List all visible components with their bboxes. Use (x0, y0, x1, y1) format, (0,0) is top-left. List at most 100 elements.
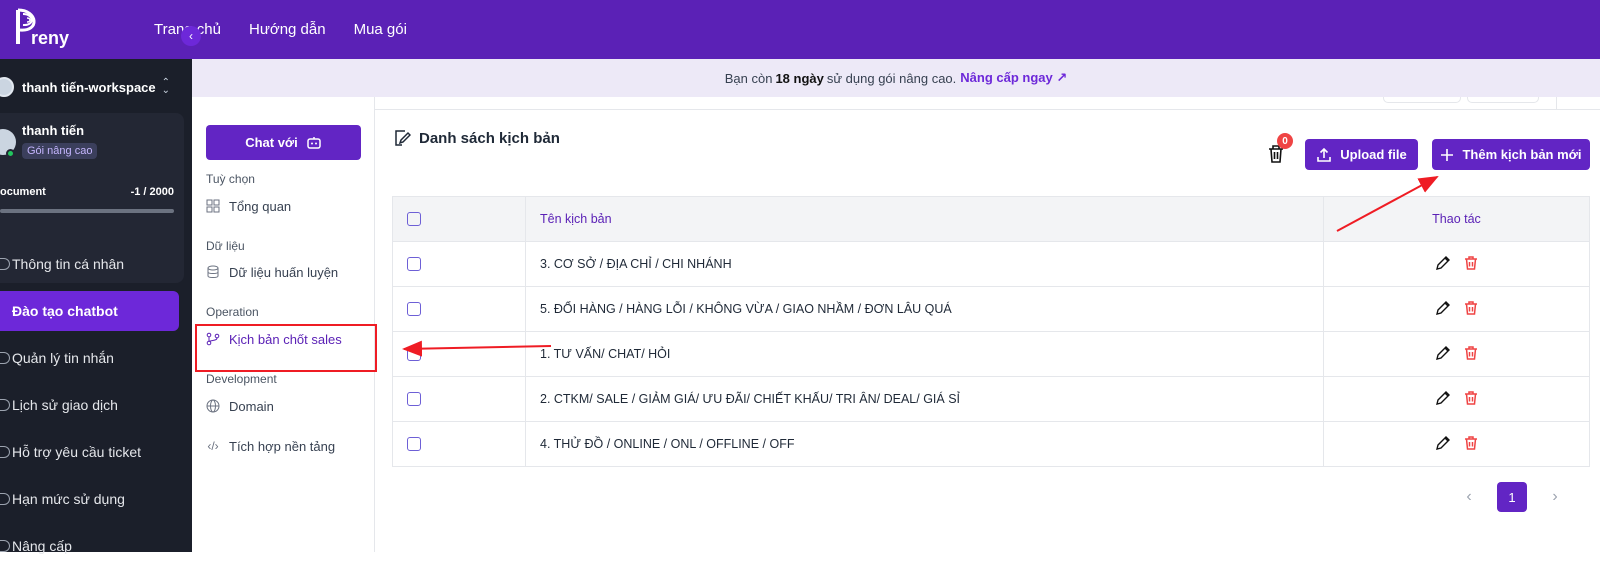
row-checkbox-cell (392, 286, 526, 332)
section-title-operation: Operation (206, 305, 259, 319)
grid-icon (206, 199, 220, 213)
ticket-icon (0, 446, 10, 458)
banner-days: 18 ngày (775, 70, 824, 86)
row-checkbox-cell (392, 376, 526, 422)
upload-file-button[interactable]: Upload file (1305, 139, 1418, 170)
subnav-item-integration[interactable]: ‹/› Tích hợp nền tảng (206, 434, 371, 458)
table-header-row: Tên kịch bản Thao tác (392, 196, 1590, 242)
edit-icon[interactable] (1435, 345, 1451, 361)
row-actions (1323, 286, 1590, 332)
delete-icon[interactable] (1463, 300, 1479, 316)
history-icon (0, 399, 10, 411)
sidebar-item-chatbot-training[interactable]: Đào tạo chatbot (0, 291, 179, 331)
script-name[interactable]: 4. THỬ ĐỒ / ONLINE / ONL / OFFLINE / OFF (525, 421, 1324, 467)
row-checkbox[interactable] (407, 437, 421, 452)
chevron-up-down-icon: ⌃ ⌄ (161, 77, 170, 96)
database-icon (206, 265, 220, 279)
sidebar-item-label: Quản lý tin nhắn (12, 350, 114, 366)
sidebar-item-transactions[interactable]: Lịch sử giao dịch (0, 385, 192, 425)
edit-icon[interactable] (1435, 300, 1451, 316)
delete-icon[interactable] (1463, 255, 1479, 271)
collapse-sidebar-button[interactable]: ‹ (181, 26, 201, 46)
row-checkbox-cell (392, 331, 526, 377)
row-checkbox[interactable] (407, 347, 421, 362)
subnav-item-training-data[interactable]: Dữ liệu huấn luyện (206, 260, 371, 284)
section-title-options: Tuỳ chọn (206, 172, 255, 186)
row-checkbox[interactable] (407, 392, 421, 407)
user-icon (0, 258, 10, 270)
upgrade-icon (0, 540, 10, 552)
add-button-label: Thêm kịch bản mới (1462, 147, 1582, 162)
subnav-item-label: Dữ liệu huấn luyện (229, 264, 339, 280)
script-name[interactable]: 3. CƠ SỞ / ĐỊA CHỈ / CHI NHÁNH (525, 241, 1324, 287)
document-usage-label: ocument (0, 186, 46, 198)
banner-prefix: Bạn còn (724, 70, 773, 86)
delete-icon[interactable] (1463, 345, 1479, 361)
sidebar-item-upgrade[interactable]: Nâng cấp (0, 526, 192, 566)
script-name[interactable]: 5. ĐỔI HÀNG / HÀNG LỖI / KHÔNG VỪA / GIA… (525, 286, 1324, 332)
pagination: ‹ 1 › (1461, 482, 1563, 512)
row-checkbox[interactable] (407, 302, 421, 317)
logo-text: reny (31, 28, 69, 48)
select-all-checkbox[interactable] (407, 212, 421, 227)
top-navbar: reny Trang chủ Hướng dẫn Mua gói (0, 0, 1600, 59)
chevron-left-icon: ‹ (189, 29, 193, 43)
online-status-dot (6, 149, 15, 158)
subnav-item-domain[interactable]: Domain (206, 394, 371, 418)
row-actions (1323, 421, 1590, 467)
table-row: 3. CƠ SỞ / ĐỊA CHỈ / CHI NHÁNH (392, 241, 1590, 287)
code-icon: ‹/› (207, 439, 219, 453)
sidebar-item-label: Thông tin cá nhân (12, 256, 125, 272)
plan-badge: Gói nâng cao (22, 143, 98, 159)
page-header: Danh sách kịch bản (393, 129, 560, 147)
page-title: Danh sách kịch bản (419, 129, 560, 147)
sidebar-item-support[interactable]: Hỗ trợ yêu cầu ticket (0, 432, 192, 472)
preny-logo[interactable]: reny (14, 6, 76, 50)
annotation-highlight-box (195, 324, 377, 372)
script-name[interactable]: 2. CTKM/ SALE / GIẢM GIÁ/ ƯU ĐÃI/ CHIẾT … (525, 376, 1324, 422)
script-name[interactable]: 1. TƯ VẤN/ CHAT/ HỎI (525, 331, 1324, 377)
edit-icon[interactable] (1435, 435, 1451, 451)
page-button-current[interactable]: 1 (1497, 482, 1527, 512)
workspace-switcher[interactable]: thanh tiến-workspace ⌃ ⌄ (0, 73, 184, 101)
workspace-name: thanh tiến-workspace (22, 79, 156, 95)
document-usage-bar (0, 209, 174, 213)
subnav-item-overview[interactable]: Tổng quan (206, 194, 371, 218)
chevron-right-icon[interactable]: › (1547, 488, 1563, 506)
plus-icon (1441, 148, 1454, 161)
user-name: thanh tiến (22, 123, 85, 138)
gauge-icon (0, 493, 10, 505)
bot-icon (307, 136, 321, 149)
sidebar-item-label: Lịch sử giao dịch (12, 397, 118, 413)
row-actions (1323, 376, 1590, 422)
edit-icon[interactable] (1435, 390, 1451, 406)
message-icon (0, 352, 10, 364)
chevron-left-icon[interactable]: ‹ (1461, 488, 1477, 506)
subnav-item-label: Tích hợp nền tảng (229, 438, 336, 454)
edit-icon[interactable] (1435, 255, 1451, 271)
delete-icon[interactable] (1463, 435, 1479, 451)
row-actions (1323, 331, 1590, 377)
upload-button-label: Upload file (1340, 147, 1407, 162)
sidebar-item-messages[interactable]: Quản lý tin nhắn (0, 338, 192, 378)
chat-with-bot-button[interactable]: Chat với (206, 125, 361, 160)
sidebar-item-usage-limit[interactable]: Hạn mức sử dụng (0, 479, 192, 519)
table-row: 5. ĐỔI HÀNG / HÀNG LỖI / KHÔNG VỪA / GIA… (392, 286, 1590, 332)
subnav-item-label: Domain (229, 398, 274, 414)
header-name: Tên kịch bản (525, 196, 1324, 242)
row-checkbox-cell (392, 421, 526, 467)
section-title-data: Dữ liệu (206, 239, 245, 253)
toolbar-stub (1467, 97, 1539, 103)
chat-button-label: Chat với (245, 135, 298, 150)
trash-count-badge: 0 (1277, 133, 1293, 149)
upload-icon (1317, 147, 1332, 162)
nav-guide[interactable]: Hướng dẫn (249, 21, 326, 38)
sidebar-item-profile[interactable]: Thông tin cá nhân (0, 244, 192, 284)
divider (375, 109, 1600, 110)
row-checkbox[interactable] (407, 257, 421, 272)
delete-icon[interactable] (1463, 390, 1479, 406)
section-title-development: Development (206, 372, 277, 386)
nav-buy-plan[interactable]: Mua gói (354, 21, 407, 38)
upgrade-link[interactable]: Nâng cấp ngay ↗ (960, 70, 1067, 86)
add-script-button[interactable]: Thêm kịch bản mới (1432, 139, 1590, 170)
